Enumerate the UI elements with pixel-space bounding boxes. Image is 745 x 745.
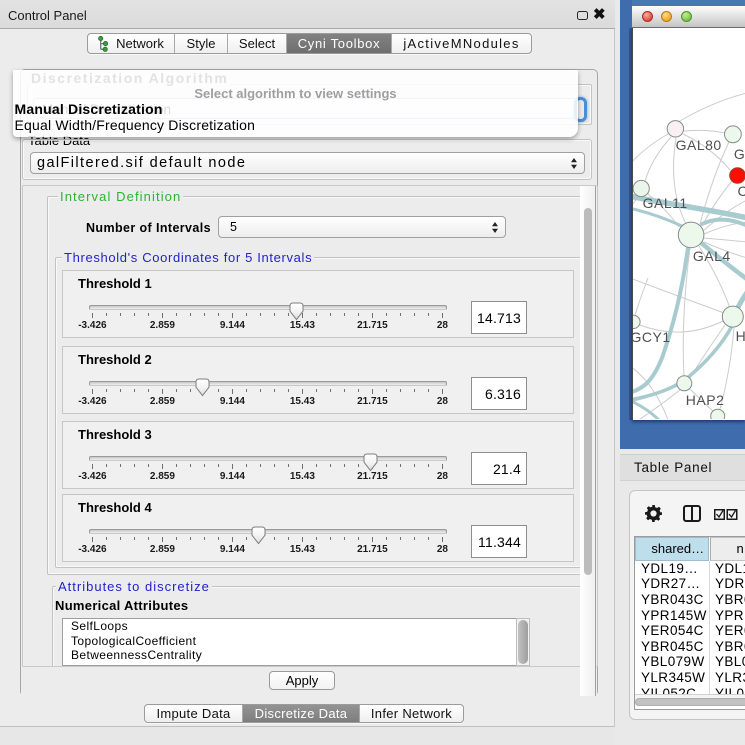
svg-text:GAL4: GAL4 — [693, 248, 731, 264]
svg-text:GCY1: GCY1 — [632, 329, 671, 345]
svg-text:H: H — [736, 328, 745, 344]
svg-text:G.: G. — [734, 146, 745, 162]
svg-text:HAP2: HAP2 — [686, 392, 725, 408]
svg-text:GAL11: GAL11 — [643, 195, 688, 211]
svg-text:C: C — [738, 183, 745, 199]
svg-text:GAL80: GAL80 — [676, 137, 722, 153]
